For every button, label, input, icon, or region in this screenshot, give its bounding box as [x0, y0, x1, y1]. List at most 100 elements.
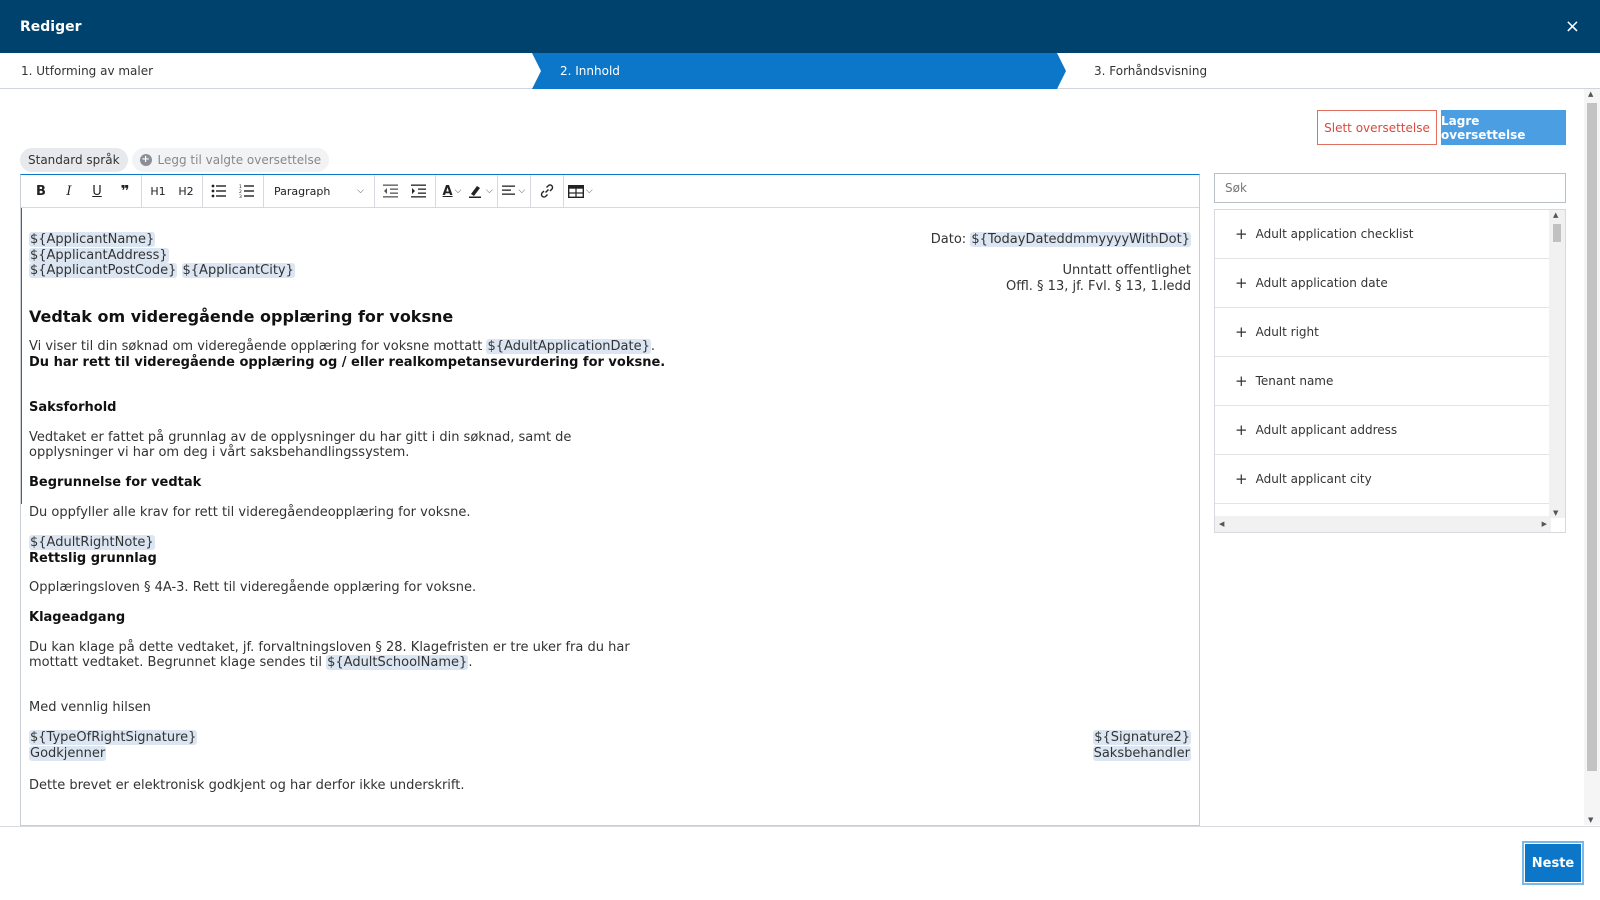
highlighter-icon [469, 186, 481, 198]
plus-icon: + [1235, 421, 1248, 439]
list-item[interactable]: + Adult right [1215, 308, 1551, 357]
blockquote-button[interactable]: ❞ [113, 179, 137, 203]
toolbar-group-lists: 123 [203, 174, 264, 208]
heading1-button[interactable]: H1 [146, 179, 170, 203]
vertical-scrollbar[interactable]: ▲ ▼ [1549, 210, 1565, 518]
toolbar-group-table: ⌵ [564, 175, 597, 208]
placeholder-token: ${AdultApplicationDate} [486, 339, 651, 354]
step-label: 1. Utforming av maler [21, 64, 154, 78]
variable-list-panel: + Adult application checklist + Adult appl… [1214, 209, 1566, 533]
signature2-role: Saksbehandler [1092, 746, 1191, 761]
placeholder-token: ${TodayDateddmmyyyyWithDot} [970, 232, 1191, 247]
variable-search-input[interactable] [1214, 173, 1566, 203]
add-translation-button[interactable]: + Legg til valgte oversettelse [131, 148, 330, 172]
align-left-icon [502, 185, 516, 195]
highlight-color-button[interactable]: ⌵ [468, 179, 493, 203]
signature2-line: ${Signature2} [29, 730, 1191, 746]
toolbar-group-link [531, 174, 564, 208]
variable-label: Adult applicant address [1255, 423, 1398, 437]
chevron-down-icon: ⌵ [357, 186, 364, 196]
intro-text: Vi viser til din søknad om videregående … [29, 339, 487, 354]
case-text-line: opplysninger vi har om deg i vårt saksbe… [29, 445, 410, 460]
close-icon[interactable]: × [1565, 16, 1580, 37]
link-icon[interactable] [535, 179, 559, 203]
reason-heading: Begrunnelse for vedtak [29, 475, 202, 490]
language-tabs: Standard språk + Legg til valgte overset… [20, 148, 330, 172]
block-type-select[interactable]: Paragraph ⌵ [268, 179, 370, 203]
chevron-down-icon: ⌵ [486, 186, 493, 196]
intro-end: . [650, 339, 656, 354]
heading2-button[interactable]: H2 [174, 179, 198, 203]
footer-note: Dette brevet er elektronisk godkjent og … [29, 778, 465, 793]
toolbar-group-format: B I U ❞ [25, 174, 142, 208]
appeal-heading: Klageadgang [29, 610, 126, 625]
add-translation-label: Legg til valgte oversettelse [157, 153, 322, 167]
variable-label: Adult right [1255, 325, 1319, 339]
scroll-thumb[interactable] [1587, 103, 1597, 771]
step-label: 2. Innhold [560, 64, 620, 78]
insert-table-button[interactable]: ⌵ [567, 179, 593, 203]
list-item[interactable]: + Adult application checklist [1215, 210, 1551, 259]
scroll-left-icon[interactable]: ◀ [1219, 520, 1224, 528]
chevron-down-icon: ⌵ [585, 186, 593, 196]
block-type-value: Paragraph [274, 184, 331, 198]
font-color-button[interactable]: A ⌵ [440, 179, 464, 203]
variable-label: Adult application checklist [1255, 227, 1414, 241]
delete-translation-button[interactable]: Slett oversettelse [1317, 110, 1437, 145]
editor-content[interactable]: ${ApplicantName} ${ApplicantAddress} ${A… [21, 208, 1199, 825]
save-translation-button[interactable]: Lagre oversettelse [1441, 110, 1566, 145]
document-title: Vedtak om videregående opplæring for vok… [29, 307, 454, 326]
page-scrollbar[interactable]: ▲ ▼ [1584, 89, 1600, 825]
tab-default-language[interactable]: Standard språk [20, 148, 128, 172]
bullet-list-icon[interactable] [207, 179, 231, 203]
toolbar-group-headings: H1 H2 [142, 174, 203, 208]
legal-heading: Rettslig grunnlag [29, 551, 157, 566]
chevron-down-icon: ⌵ [518, 186, 526, 196]
dialog-header: Rediger × [0, 0, 1600, 53]
scroll-thumb[interactable] [1553, 224, 1561, 242]
list-item[interactable]: + Adult applicant city [1215, 455, 1551, 504]
horizontal-scrollbar[interactable]: ◀ ▶ [1215, 516, 1551, 532]
step-content[interactable]: 2. Innhold [532, 53, 1066, 89]
plus-icon: + [1235, 274, 1248, 292]
wizard-steps: 1. Utforming av maler 2. Innhold 3. Forh… [0, 53, 1600, 89]
scroll-up-icon[interactable]: ▲ [1553, 211, 1558, 219]
scroll-down-icon[interactable]: ▼ [1553, 509, 1558, 517]
appeal-text: mottatt vedtaket. Begrunnet klage sendes… [29, 655, 327, 670]
appeal-text-line: Du kan klage på dette vedtaket, jf. forv… [29, 640, 630, 655]
underline-button[interactable]: U [85, 179, 109, 203]
next-button[interactable]: Neste [1522, 841, 1584, 885]
date-label: Dato: [930, 232, 971, 247]
date-line: Dato: ${TodayDateddmmyyyyWithDot} [29, 232, 1191, 248]
svg-text:3: 3 [239, 194, 242, 198]
step-design-templates[interactable]: 1. Utforming av maler [0, 53, 532, 89]
scroll-down-icon[interactable]: ▼ [1588, 816, 1593, 824]
numbered-list-icon[interactable]: 123 [235, 179, 259, 203]
exempt-reference-line: Offl. § 13, jf. Fvl. § 13, 1.ledd [1005, 279, 1191, 294]
outdent-icon[interactable] [379, 179, 403, 203]
scroll-right-icon[interactable]: ▶ [1542, 520, 1547, 528]
italic-button[interactable]: I [57, 179, 81, 203]
indent-icon[interactable] [407, 179, 431, 203]
plus-icon: + [1235, 470, 1248, 488]
list-item[interactable]: + Adult application date [1215, 259, 1551, 308]
placeholder-token: ${ApplicantAddress} [29, 248, 169, 263]
step-preview[interactable]: 3. Forhåndsvisning [1066, 53, 1600, 89]
list-item[interactable]: + Tenant name [1215, 357, 1551, 406]
dialog-footer: Neste [0, 826, 1600, 900]
plus-icon: + [1235, 372, 1248, 390]
appeal-end: . [468, 655, 473, 670]
greeting-line: Med vennlig hilsen [29, 700, 151, 715]
bold-button[interactable]: B [29, 179, 53, 203]
align-button[interactable]: ⌵ [502, 179, 526, 203]
exempt-line: Unntatt offentlighet [1062, 263, 1191, 278]
intro-line: Vi viser til din søknad om videregående … [29, 339, 1191, 355]
variable-list: + Adult application checklist + Adult appl… [1215, 210, 1551, 518]
legal-text: Opplæringsloven § 4A-3. Rett til videreg… [29, 580, 477, 595]
placeholder-token: ${AdultRightNote} [29, 535, 155, 550]
list-item[interactable]: + Adult applicant address [1215, 406, 1551, 455]
toolbar-group-align: ⌵ [498, 174, 531, 208]
scroll-up-icon[interactable]: ▲ [1588, 90, 1593, 98]
toolbar-group-block: Paragraph ⌵ [264, 174, 375, 208]
toolbar-group-color: A ⌵ ⌵ [436, 174, 498, 208]
